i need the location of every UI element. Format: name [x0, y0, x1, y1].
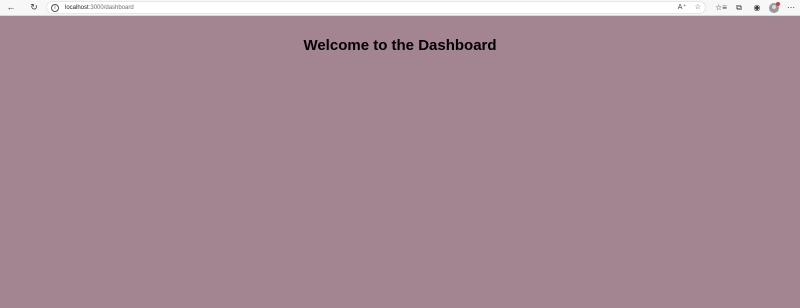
address-bar[interactable]: i localhost:3000/dashboard A ⁺ ☆ — [46, 1, 706, 14]
extension-icon[interactable]: ◉ — [751, 1, 763, 15]
nav-buttons: ← ↻ — [3, 1, 42, 15]
favorites-icon[interactable]: ☆≡ — [715, 1, 727, 15]
read-aloud-icon[interactable]: A ⁺ — [678, 4, 687, 11]
info-icon[interactable]: i — [51, 3, 59, 12]
url-path: :3000/dashboard — [88, 4, 134, 11]
toolbar-right: ☆≡ ⧉ ◉ ⋯ — [715, 1, 797, 15]
address-bar-actions: A ⁺ ☆ — [678, 2, 701, 13]
reload-icon[interactable]: ↻ — [26, 1, 42, 15]
more-menu-icon[interactable]: ⋯ — [785, 1, 797, 15]
collections-icon[interactable]: ⧉ — [733, 1, 745, 15]
star-icon[interactable]: ☆ — [695, 4, 701, 11]
url-text[interactable]: localhost:3000/dashboard — [65, 5, 134, 11]
page-title: Welcome to the Dashboard — [303, 37, 497, 54]
browser-toolbar: ← ↻ i localhost:3000/dashboard A ⁺ ☆ ☆≡ … — [0, 0, 800, 16]
back-arrow-icon[interactable]: ← — [3, 1, 19, 15]
profile-avatar[interactable] — [769, 2, 780, 13]
page-content: Welcome to the Dashboard — [0, 16, 800, 308]
url-host: localhost — [65, 4, 89, 11]
notification-dot — [776, 2, 780, 6]
